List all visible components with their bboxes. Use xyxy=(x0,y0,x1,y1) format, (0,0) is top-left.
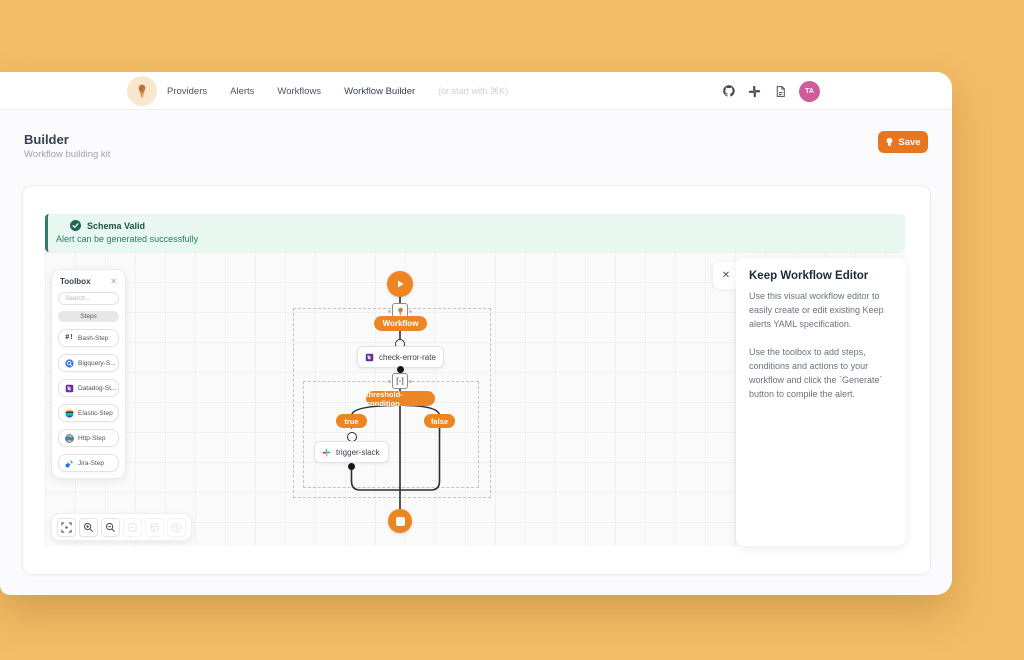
editor-panel-title: Keep Workflow Editor xyxy=(749,270,893,282)
datadog-icon xyxy=(365,353,374,362)
nav-item-alerts[interactable]: Alerts xyxy=(230,86,254,97)
banner-message: Alert can be generated successfully xyxy=(56,234,895,244)
action-node-trigger-slack[interactable]: trigger-slack xyxy=(314,441,389,463)
user-avatar[interactable]: TA xyxy=(799,81,820,102)
toolbox-title: Toolbox xyxy=(60,277,91,286)
datadog-icon xyxy=(65,384,74,393)
editor-panel-paragraph-1: Use this visual workflow editor to easil… xyxy=(749,290,893,332)
save-button[interactable]: Save xyxy=(878,131,928,153)
schema-valid-banner: Schema Valid Alert can be generated succ… xyxy=(45,214,905,252)
toolbox-panel: Toolbox ✕ Steps #! Bash-Step Bigquery-S.… xyxy=(51,269,126,479)
keep-logo[interactable] xyxy=(127,76,157,106)
toolbox-item-jira-step[interactable]: Jira-Step xyxy=(58,454,119,472)
bulb-icon xyxy=(885,137,894,147)
slack-nav-icon[interactable] xyxy=(747,84,762,99)
command-shortcut-hint: (or start with ⌘K) xyxy=(438,86,508,97)
handle-left[interactable] xyxy=(388,380,391,383)
banner-title: Schema Valid xyxy=(87,221,145,231)
check-circle-icon xyxy=(70,220,81,231)
elastic-icon xyxy=(65,409,74,418)
end-node[interactable] xyxy=(388,509,412,533)
step-node-check-error-rate[interactable]: check-error-rate xyxy=(357,346,444,368)
nav-right-actions: TA xyxy=(721,72,820,110)
toolbox-search-input[interactable] xyxy=(58,292,119,305)
step-source-handle[interactable] xyxy=(397,366,404,373)
toolbox-item-datadog-step[interactable]: Datadog-St... xyxy=(58,379,119,397)
copy-icon xyxy=(127,522,138,533)
http-globe-icon xyxy=(65,434,74,443)
workflow-editor-panel: Keep Workflow Editor Use this visual wor… xyxy=(736,258,906,546)
condition-label-pill[interactable]: threshold-condition xyxy=(366,391,435,406)
disabled-control-2 xyxy=(145,518,164,537)
toolbox-item-http-step[interactable]: Http-Step xyxy=(58,429,119,447)
icecream-logo-icon xyxy=(134,83,150,99)
nav-item-providers[interactable]: Providers xyxy=(167,86,207,97)
workflow-label-pill[interactable]: Workflow xyxy=(374,316,427,331)
frame-icon xyxy=(149,522,160,533)
fit-view-button[interactable] xyxy=(57,518,76,537)
jira-icon xyxy=(65,459,74,468)
handle-left[interactable] xyxy=(388,310,391,313)
condition-entry-node[interactable] xyxy=(392,373,408,389)
toolbox-item-bash-step[interactable]: #! Bash-Step xyxy=(58,329,119,347)
github-icon[interactable] xyxy=(721,84,736,99)
zoom-in-button[interactable] xyxy=(79,518,98,537)
branch-true-pill[interactable]: true xyxy=(336,414,367,428)
zoom-out-icon xyxy=(105,522,116,533)
handle-right[interactable] xyxy=(409,380,412,383)
handle-right[interactable] xyxy=(409,310,412,313)
editor-panel-paragraph-2: Use the toolbox to add steps, conditions… xyxy=(749,346,893,402)
fit-view-icon xyxy=(61,522,72,533)
zoom-out-button[interactable] xyxy=(101,518,120,537)
upload-icon xyxy=(171,522,182,533)
page-title: Builder xyxy=(24,132,69,147)
keep-mini-icon xyxy=(396,307,405,316)
bash-icon: #! xyxy=(65,334,74,343)
stop-icon xyxy=(396,517,405,526)
toolbox-item-elastic-step[interactable]: Elastic-Step xyxy=(58,404,119,422)
action-target-handle[interactable] xyxy=(347,432,357,442)
nav-item-workflows[interactable]: Workflows xyxy=(277,86,321,97)
page-subtitle: Workflow building kit xyxy=(24,149,110,160)
builder-card: Schema Valid Alert can be generated succ… xyxy=(22,185,931,575)
canvas-controls xyxy=(51,513,192,541)
disabled-control-3 xyxy=(167,518,186,537)
condition-icon xyxy=(396,377,404,385)
toolbox-group-steps[interactable]: Steps xyxy=(58,311,119,322)
start-node[interactable] xyxy=(387,271,413,297)
document-icon[interactable] xyxy=(773,84,788,99)
toolbox-close-icon[interactable]: ✕ xyxy=(110,277,117,286)
bigquery-icon xyxy=(65,359,74,368)
top-navbar: Providers Alerts Workflows Workflow Buil… xyxy=(0,72,952,110)
nav-links: Providers Alerts Workflows Workflow Buil… xyxy=(167,72,508,110)
app-window: Providers Alerts Workflows Workflow Buil… xyxy=(0,72,952,595)
disabled-control-1 xyxy=(123,518,142,537)
branch-false-pill[interactable]: false xyxy=(424,414,455,428)
zoom-in-icon xyxy=(83,522,94,533)
action-source-handle[interactable] xyxy=(348,463,355,470)
play-icon xyxy=(395,279,405,289)
toolbox-item-bigquery-step[interactable]: Bigquery-S... xyxy=(58,354,119,372)
nav-item-workflow-builder[interactable]: Workflow Builder xyxy=(344,86,415,97)
slack-icon xyxy=(322,448,331,457)
